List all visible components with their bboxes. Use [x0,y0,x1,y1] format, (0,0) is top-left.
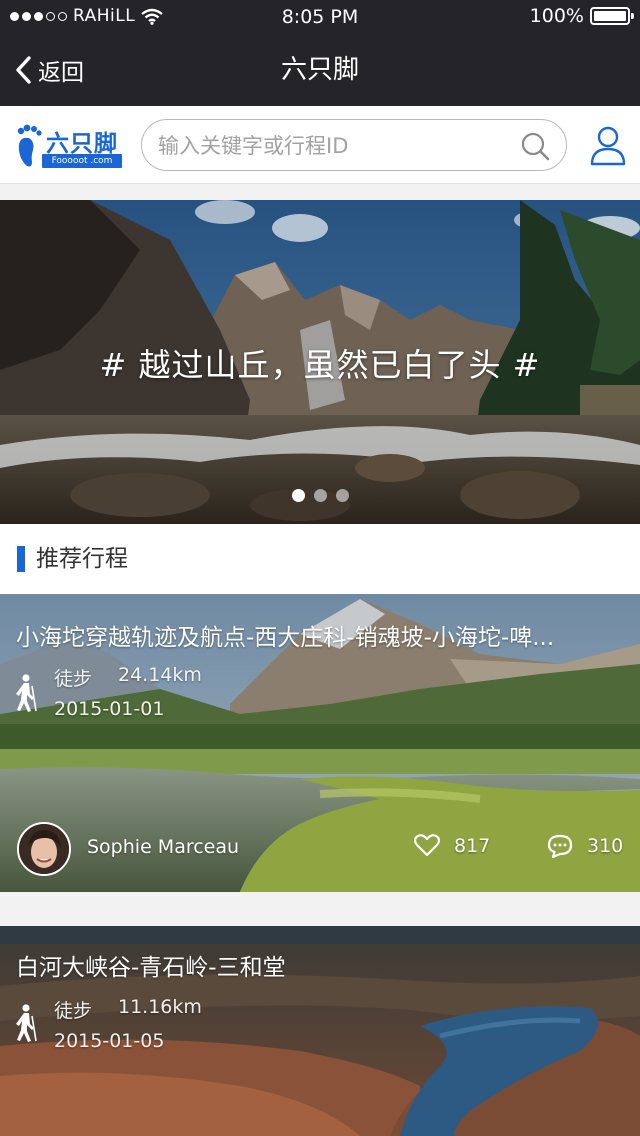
trip-title: 小海坨穿越轨迹及航点-西大庄科-销魂坡-小海坨-啤... [16,625,555,651]
status-right: 100% [529,5,634,27]
author-avatar[interactable] [17,822,71,876]
trip-date: 2015-01-01 [54,698,165,720]
battery-percent: 100% [529,5,584,27]
search-bar: 六只脚 Fooooot .com [0,106,640,184]
trip-card[interactable]: 小海坨穿越轨迹及航点-西大庄科-销魂坡-小海坨-啤... 徒步 24.14km … [0,594,640,892]
carousel-dot[interactable] [313,489,327,502]
trip-distance: 11.16km [118,996,202,1018]
hiking-icon [16,674,37,712]
trip-card[interactable]: 白河大峡谷-青石岭-三和堂 徒步 11.16km 2015-01-05 [0,926,640,1136]
section-title: 推荐行程 [36,546,128,572]
banner-caption: # 越过山丘，虽然已白了头 # [99,346,541,384]
logo-text: 六只脚 [46,131,118,157]
comment-icon [547,834,573,858]
carousel-dot[interactable] [291,489,305,502]
back-button[interactable]: 返回 [14,34,84,106]
like-button[interactable]: 817 [414,834,490,857]
navigation-bar: 返回 六只脚 [0,34,640,106]
search-icon[interactable] [520,131,550,161]
search-field[interactable] [141,119,567,171]
like-count: 817 [454,834,491,857]
status-bar: RAHiLL 8:05 PM 100% [0,0,640,34]
trip-type: 徒步 [54,1000,93,1022]
heart-icon [414,834,440,857]
avatar-image [19,824,69,874]
comment-button[interactable]: 310 [547,834,623,858]
battery-icon [590,7,634,25]
hiking-icon [16,1004,37,1042]
comment-count: 310 [587,835,624,857]
chevron-left-icon [16,56,31,84]
trip-title: 白河大峡谷-青石岭-三和堂 [16,955,286,981]
banner-carousel[interactable]: # 越过山丘，虽然已白了头 # [0,200,640,524]
section-accent-bar [17,546,25,572]
trip-date: 2015-01-05 [54,1030,165,1052]
logo-subtext: Fooooot .com [42,154,122,168]
author-name[interactable]: Sophie Marceau [87,836,239,858]
app-logo[interactable]: 六只脚 Fooooot .com [16,124,124,170]
section-header: 推荐行程 [0,524,640,594]
trip-distance: 24.14km [118,664,202,686]
back-label: 返回 [38,60,84,86]
carousel-indicator [0,489,640,502]
trip-type: 徒步 [54,668,93,690]
search-input[interactable] [156,128,510,164]
carousel-dot[interactable] [335,489,349,502]
page-title: 六只脚 [280,55,359,85]
user-profile-icon[interactable] [590,126,626,166]
footprint-logo-icon [17,124,42,167]
